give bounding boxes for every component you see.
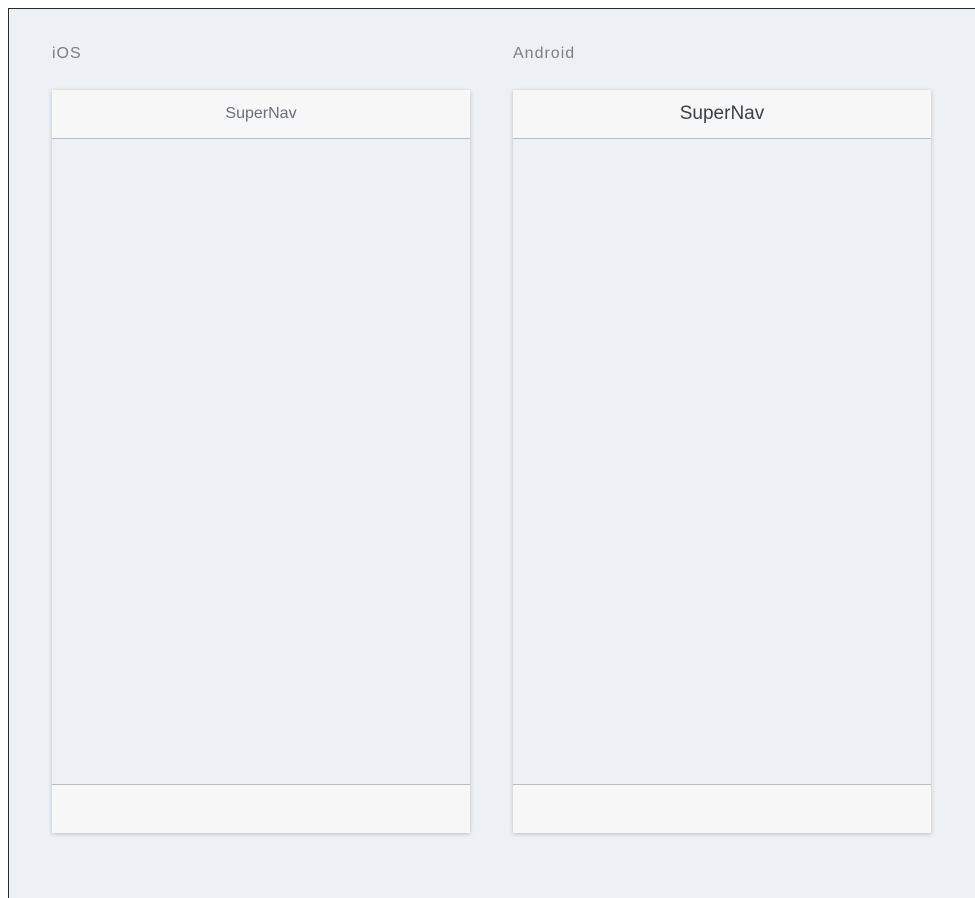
ios-device-preview: SuperNav (52, 90, 470, 833)
ios-nav-bar: SuperNav (52, 90, 470, 139)
android-nav-bar: SuperNav (513, 90, 931, 139)
android-tab-bar (513, 784, 931, 833)
ios-tab-bar (52, 784, 470, 833)
android-nav-title: SuperNav (679, 103, 765, 124)
preview-canvas: iOS Android SuperNav SuperNav (8, 8, 975, 898)
android-device-preview: SuperNav (513, 90, 931, 833)
ios-nav-title: SuperNav (225, 105, 297, 122)
android-content-area (513, 139, 931, 784)
android-platform-label: Android (513, 45, 576, 62)
ios-platform-label: iOS (52, 45, 82, 62)
ios-content-area (52, 139, 470, 784)
